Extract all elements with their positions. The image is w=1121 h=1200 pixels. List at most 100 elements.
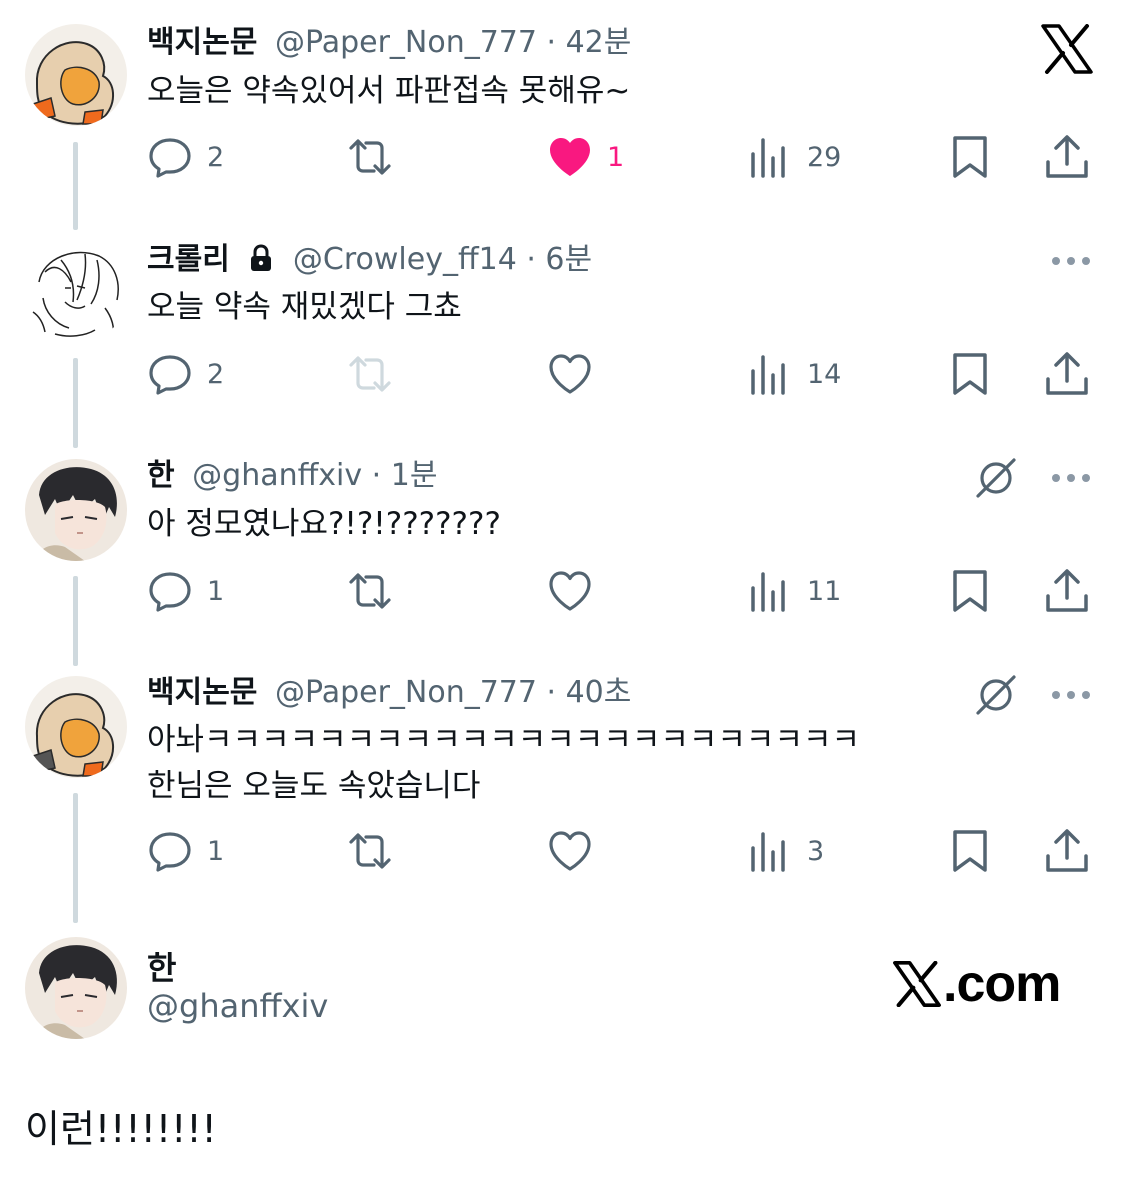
separator: · xyxy=(536,25,566,60)
x-logo-icon xyxy=(1041,24,1093,74)
tweet-actions: 1 3 xyxy=(147,827,1092,875)
retweet-icon xyxy=(349,139,391,175)
views-button[interactable]: 3 xyxy=(747,827,824,875)
share-upload-icon xyxy=(1046,352,1088,395)
bar-chart-icon xyxy=(751,138,785,178)
avatar[interactable] xyxy=(25,937,127,1039)
views-button[interactable]: 29 xyxy=(747,133,841,181)
avatar-sketch-image xyxy=(25,242,127,344)
reply-count: 2 xyxy=(207,141,225,173)
bookmark-icon xyxy=(953,830,987,872)
speech-bubble-icon xyxy=(149,355,191,395)
thread-line xyxy=(73,793,78,923)
retweet-button[interactable] xyxy=(347,133,393,181)
tweet-text: 아놔ㅋㅋㅋㅋㅋㅋㅋㅋㅋㅋㅋㅋㅋㅋㅋㅋㅋㅋㅋㅋㅋㅋㅋ 한님은 오늘도 속았습니다 xyxy=(147,717,860,809)
avatar[interactable] xyxy=(25,24,127,126)
thread-line xyxy=(73,358,78,448)
tweet-text: 오늘은 약속있어서 파판접속 못해유~ xyxy=(147,68,630,114)
bookmark-button[interactable] xyxy=(947,827,993,875)
share-upload-icon xyxy=(1046,569,1088,612)
bookmark-button[interactable] xyxy=(947,350,993,398)
ellipsis-icon[interactable] xyxy=(1051,473,1091,483)
x-logo-icon xyxy=(893,961,941,1007)
grok-icon[interactable] xyxy=(974,673,1018,717)
speech-bubble-icon xyxy=(149,138,191,178)
bar-chart-icon xyxy=(751,832,785,872)
avatar-duck-image xyxy=(25,24,127,126)
tweet-actions: 2 14 xyxy=(147,350,1092,398)
thread-line xyxy=(73,576,78,666)
grok-icon[interactable] xyxy=(974,456,1018,500)
reply-button[interactable]: 2 xyxy=(147,133,224,181)
retweet-icon xyxy=(349,356,391,392)
avatar[interactable] xyxy=(25,676,127,778)
separator: · xyxy=(362,458,391,493)
bar-chart-icon xyxy=(751,572,785,612)
tweet-text-line: 한님은 오늘도 속았습니다 xyxy=(147,768,481,804)
timestamp[interactable]: 6분 xyxy=(545,242,592,277)
bookmark-icon xyxy=(953,136,987,178)
view-count: 3 xyxy=(807,835,825,867)
retweet-icon xyxy=(349,573,391,609)
views-button[interactable]: 11 xyxy=(747,567,841,615)
avatar-portrait-image xyxy=(25,459,127,561)
reply-count: 2 xyxy=(207,358,225,390)
timestamp[interactable]: 42분 xyxy=(566,25,632,60)
view-count: 14 xyxy=(807,358,842,390)
reply-button[interactable]: 2 xyxy=(147,350,224,398)
avatar[interactable] xyxy=(25,242,127,344)
avatar-portrait-image xyxy=(25,937,127,1039)
bookmark-icon xyxy=(953,353,987,395)
heart-icon xyxy=(549,831,591,871)
tweet-text: 오늘 약속 재밌겠다 그쵸 xyxy=(147,284,462,330)
user-handle[interactable]: @ghanffxiv xyxy=(192,458,362,493)
avatar-duck-image xyxy=(25,676,127,778)
tweet-text-line: 아 정모였나요?!?!??????? xyxy=(147,506,501,542)
display-name[interactable]: 한 xyxy=(147,458,175,493)
display-name[interactable]: 백지논문 xyxy=(147,25,257,60)
user-handle[interactable]: @Paper_Non_777 xyxy=(275,25,537,60)
like-button[interactable] xyxy=(547,350,593,398)
view-count: 29 xyxy=(807,141,842,173)
share-button[interactable] xyxy=(1044,567,1090,615)
views-button[interactable]: 14 xyxy=(747,350,841,398)
retweet-button[interactable] xyxy=(347,567,393,615)
ellipsis-icon[interactable] xyxy=(1051,256,1091,266)
bookmark-icon xyxy=(953,570,987,612)
avatar[interactable] xyxy=(25,459,127,561)
share-button[interactable] xyxy=(1044,350,1090,398)
timestamp[interactable]: 1분 xyxy=(391,458,438,493)
retweet-button[interactable] xyxy=(347,827,393,875)
user-handle[interactable]: @Paper_Non_777 xyxy=(275,675,537,710)
display-name[interactable]: 크롤리 xyxy=(147,242,230,277)
user-handle[interactable]: @Crowley_ff14 xyxy=(293,242,517,277)
separator: · xyxy=(516,242,546,277)
share-button[interactable] xyxy=(1044,133,1090,181)
heart-icon xyxy=(549,571,591,611)
timestamp[interactable]: 40초 xyxy=(566,675,632,710)
reply-button[interactable]: 1 xyxy=(147,827,224,875)
ellipsis-icon[interactable] xyxy=(1051,690,1091,700)
reply-button[interactable]: 1 xyxy=(147,567,224,615)
thread-line xyxy=(73,142,78,230)
share-button[interactable] xyxy=(1044,827,1090,875)
bookmark-button[interactable] xyxy=(947,567,993,615)
lock-icon xyxy=(251,244,272,271)
share-upload-icon xyxy=(1046,135,1088,178)
tweet-header: 백지논문 @Paper_Non_777 · 40초 xyxy=(147,674,631,712)
heart-icon xyxy=(550,138,590,176)
like-button[interactable]: 1 xyxy=(547,133,624,181)
like-button[interactable] xyxy=(547,567,593,615)
speech-bubble-icon xyxy=(149,572,191,612)
display-name[interactable]: 백지논문 xyxy=(147,675,257,710)
like-button[interactable] xyxy=(547,827,593,875)
footer-display-name[interactable]: 한 xyxy=(147,943,176,989)
tweet-header: 백지논문 @Paper_Non_777 · 42분 xyxy=(147,24,631,62)
like-count: 1 xyxy=(607,141,625,173)
caption-text: 이런!!!!!!!! xyxy=(25,1107,217,1151)
retweet-icon xyxy=(349,833,391,869)
footer-user-handle[interactable]: @ghanffxiv xyxy=(147,987,328,1025)
tweet-text-line: 아놔ㅋㅋㅋㅋㅋㅋㅋㅋㅋㅋㅋㅋㅋㅋㅋㅋㅋㅋㅋㅋㅋㅋㅋ xyxy=(147,722,860,758)
bookmark-button[interactable] xyxy=(947,133,993,181)
x-com-text: .com xyxy=(943,955,1061,1013)
